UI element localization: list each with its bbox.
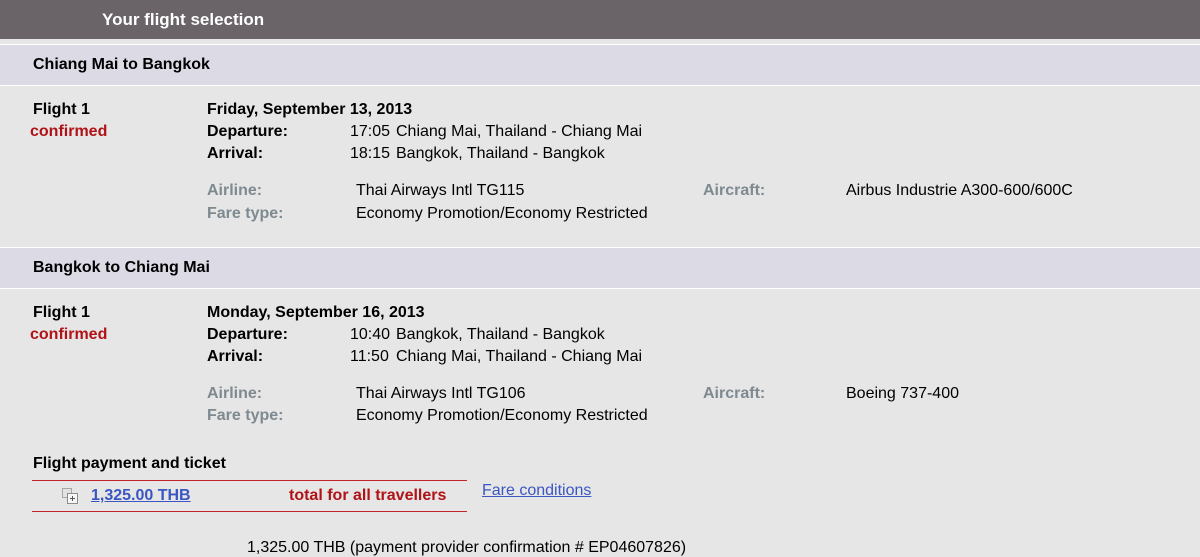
arrival-place: Chiang Mai, Thailand - Chiang Mai <box>396 348 643 365</box>
airline-value: Thai Airways Intl TG115 <box>356 182 525 199</box>
segment-route-bar: Bangkok to Chiang Mai <box>0 247 1200 289</box>
departure-place: Chiang Mai, Thailand - Chiang Mai <box>396 123 643 140</box>
arrival-label: Arrival: <box>207 145 264 162</box>
departure-label: Departure: <box>207 326 288 343</box>
segment-route-bar: Chiang Mai to Bangkok <box>0 44 1200 86</box>
airline-value: Thai Airways Intl TG106 <box>356 385 526 402</box>
departure-place: Bangkok, Thailand - Bangkok <box>396 326 605 343</box>
arrival-place: Bangkok, Thailand - Bangkok <box>396 145 605 162</box>
flight-label: Flight 1 <box>33 304 90 321</box>
aircraft-value: Airbus Industrie A300-600/600C <box>846 182 1073 199</box>
flight-status: confirmed <box>30 123 108 140</box>
fare-conditions-link[interactable]: Fare conditions <box>482 482 591 500</box>
fare-type-value: Economy Promotion/Economy Restricted <box>356 205 648 222</box>
airline-label: Airline: <box>207 182 263 199</box>
payment-confirmation-text: 1,325.00 THB (payment provider confirmat… <box>247 539 687 556</box>
fare-type-label: Fare type: <box>207 205 284 222</box>
flight-date: Friday, September 13, 2013 <box>207 101 413 118</box>
price-row: 1,325.00 THB total for all travellers <box>32 480 467 512</box>
flight-date: Monday, September 16, 2013 <box>207 304 425 321</box>
flight-label: Flight 1 <box>33 101 90 118</box>
total-price-link[interactable]: 1,325.00 THB <box>91 487 191 505</box>
expand-plus-icon[interactable] <box>62 488 78 504</box>
payment-heading: Flight payment and ticket <box>33 455 226 472</box>
segment-route-title: Bangkok to Chiang Mai <box>33 259 210 276</box>
total-for-all-travellers-label: total for all travellers <box>289 487 447 504</box>
departure-time: 17:05 <box>350 123 391 140</box>
fare-type-value: Economy Promotion/Economy Restricted <box>356 407 648 424</box>
header-title: Your flight selection <box>102 10 265 29</box>
departure-time: 10:40 <box>350 326 391 343</box>
segment-route-title: Chiang Mai to Bangkok <box>33 56 210 73</box>
aircraft-label: Aircraft: <box>703 182 766 199</box>
airline-label: Airline: <box>207 385 263 402</box>
departure-label: Departure: <box>207 123 288 140</box>
arrival-time: 18:15 <box>350 145 391 162</box>
aircraft-value: Boeing 737-400 <box>846 385 959 402</box>
aircraft-label: Aircraft: <box>703 385 766 402</box>
fare-type-label: Fare type: <box>207 407 284 424</box>
arrival-time: 11:50 <box>350 348 389 365</box>
flight-selection-header: Your flight selection <box>0 0 1200 39</box>
arrival-label: Arrival: <box>207 348 264 365</box>
flight-status: confirmed <box>30 326 108 343</box>
